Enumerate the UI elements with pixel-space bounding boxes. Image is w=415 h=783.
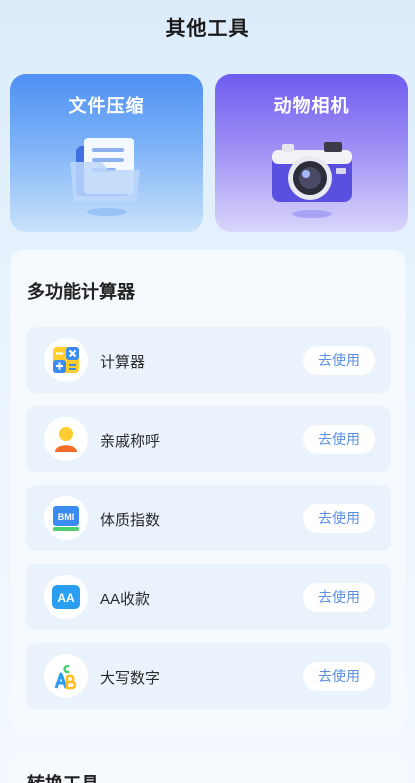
tool-label: 体质指数 — [100, 512, 161, 529]
use-button[interactable]: 去使用 — [303, 504, 375, 533]
tool-label: AA收款 — [100, 591, 151, 608]
tool-label: 计算器 — [100, 354, 146, 371]
file-compress-title: 文件压缩 — [68, 96, 145, 116]
use-button[interactable]: 去使用 — [303, 346, 375, 375]
page-title: 其他工具 — [165, 18, 250, 40]
calculator-section: 多功能计算器 计算器 去使用 亲戚称呼 去使用 BMI 体质指数 去使用 AA … — [10, 250, 406, 734]
tool-row-calculator[interactable]: 计算器 去使用 — [26, 327, 391, 393]
letters-icon — [44, 654, 88, 698]
tool-row-bmi[interactable]: BMI 体质指数 去使用 — [26, 485, 391, 551]
animal-camera-card[interactable]: 动物相机 — [215, 74, 408, 232]
tool-label: 亲戚称呼 — [100, 433, 161, 450]
calculator-icon — [44, 338, 88, 382]
use-button[interactable]: 去使用 — [303, 662, 375, 691]
svg-text:BMI: BMI — [58, 512, 75, 522]
folder-documents-icon — [62, 132, 152, 223]
section-title: 转换工具 — [27, 770, 99, 783]
tool-row-relatives[interactable]: 亲戚称呼 去使用 — [26, 406, 391, 472]
tool-label: 大写数字 — [100, 670, 161, 687]
use-button[interactable]: 去使用 — [303, 425, 375, 454]
use-button[interactable]: 去使用 — [303, 583, 375, 612]
file-compress-card[interactable]: 文件压缩 — [10, 74, 203, 232]
camera-icon — [264, 132, 360, 225]
aa-icon: AA — [44, 575, 88, 619]
tool-row-uppercase-number[interactable]: 大写数字 去使用 — [26, 643, 391, 709]
person-icon — [44, 417, 88, 461]
convert-section: 转换工具 — [10, 752, 406, 783]
animal-camera-title: 动物相机 — [273, 96, 350, 116]
svg-text:AA: AA — [57, 591, 75, 605]
tool-row-aa[interactable]: AA AA收款 去使用 — [26, 564, 391, 630]
section-title: 多功能计算器 — [27, 282, 135, 302]
bmi-icon: BMI — [44, 496, 88, 540]
